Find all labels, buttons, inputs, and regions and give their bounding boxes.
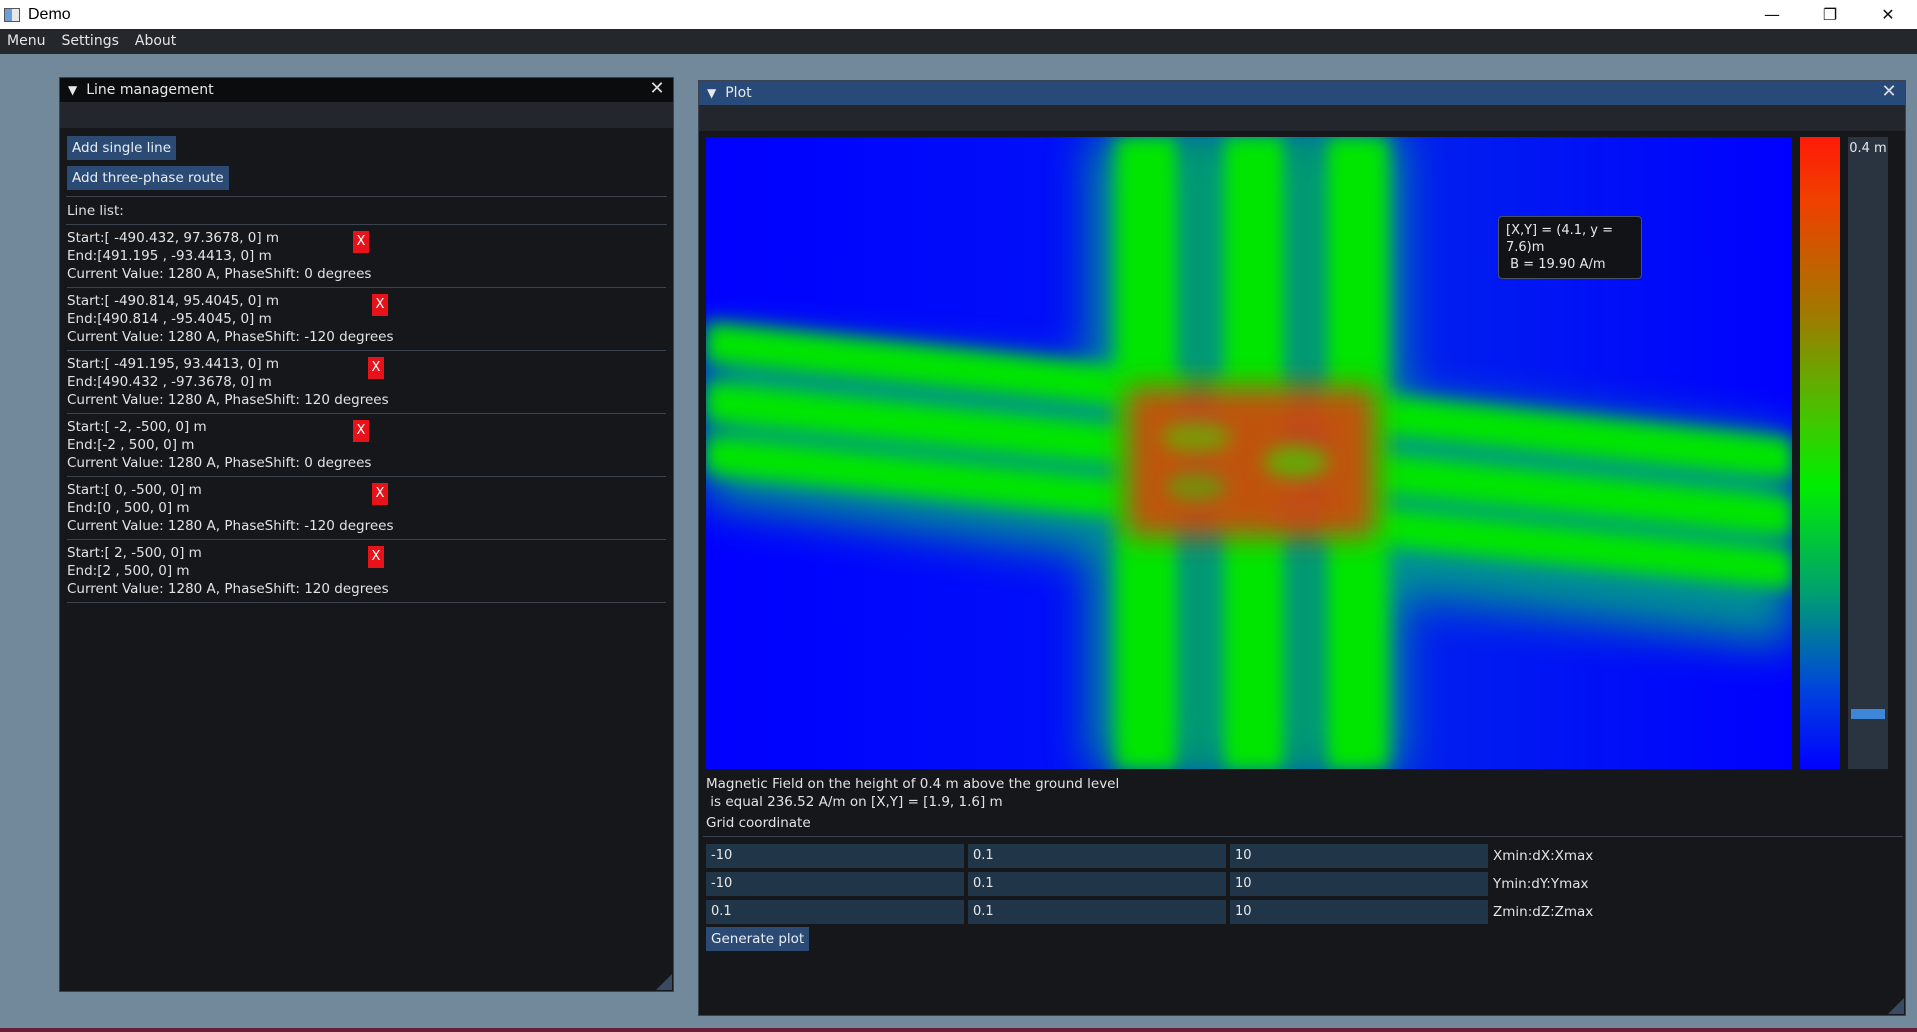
close-window-icon[interactable]: ✕: [1859, 0, 1917, 29]
height-slider-thumb[interactable]: [1851, 709, 1885, 719]
line-list-item: Start:[ -491.195, 93.4413, 0] m End:[490…: [67, 351, 666, 414]
resize-grip-icon[interactable]: [656, 974, 672, 990]
maximize-icon[interactable]: ❐: [1801, 0, 1859, 29]
delete-line-button[interactable]: X: [372, 483, 388, 505]
grid-row-y: -10 0.1 10 Ymin:dY:Ymax: [706, 872, 1588, 896]
hover-tooltip: [X,Y] = (4.1, y = 7.6)m B = 19.90 A/m: [1498, 216, 1642, 279]
line-end: End:[0 , 500, 0] m: [67, 500, 190, 516]
line-start: Start:[ -491.195, 93.4413, 0] m: [67, 356, 280, 372]
line-start: Start:[ 0, -500, 0] m: [67, 482, 202, 498]
ymin-field[interactable]: -10: [706, 872, 964, 896]
line-start: Start:[ -490.814, 95.4045, 0] m: [67, 293, 280, 309]
divider: [703, 836, 1903, 837]
grid-row-x: -10 0.1 10 Xmin:dX:Xmax: [706, 844, 1593, 868]
menu-item-about[interactable]: About: [127, 29, 184, 54]
line-list-item: Start:[ -2, -500, 0] m End:[-2 , 500, 0]…: [67, 414, 666, 477]
line-end: End:[490.432 , -97.3678, 0] m: [67, 374, 272, 390]
line-current: Current Value: 1280 A, PhaseShift: 120 d…: [67, 581, 389, 597]
add-single-line-button[interactable]: Add single line: [67, 136, 177, 160]
line-list-item: Start:[ 0, -500, 0] m End:[0 , 500, 0] m…: [67, 477, 666, 540]
xmin-field[interactable]: -10: [706, 844, 964, 868]
delete-line-button[interactable]: X: [372, 294, 388, 316]
grid-row-label: Xmin:dX:Xmax: [1493, 848, 1594, 864]
line-list-label: Line list:: [67, 203, 124, 219]
collapse-triangle-icon[interactable]: ▼: [68, 83, 77, 97]
line-start: Start:[ 2, -500, 0] m: [67, 545, 202, 561]
line-management-header[interactable]: ▼ Line management ✕: [60, 78, 673, 102]
plot-title: Plot: [725, 85, 752, 101]
menu-bar: Menu Settings About: [0, 29, 1917, 54]
close-icon[interactable]: ✕: [647, 79, 667, 99]
line-management-panel: ▼ Line management ✕ Add single line Add …: [59, 77, 674, 992]
grid-coordinate-label: Grid coordinate: [706, 815, 811, 831]
dy-field[interactable]: 0.1: [968, 872, 1226, 896]
line-list-item: Start:[ -490.814, 95.4045, 0] m End:[490…: [67, 288, 666, 351]
minimize-icon[interactable]: —: [1743, 0, 1801, 29]
height-slider[interactable]: 0.4 m: [1848, 137, 1888, 769]
zmin-field[interactable]: 0.1: [706, 900, 964, 924]
menu-item-menu[interactable]: Menu: [0, 29, 53, 54]
ymax-field[interactable]: 10: [1230, 872, 1488, 896]
line-list-item: Start:[ 2, -500, 0] m End:[2 , 500, 0] m…: [67, 540, 666, 603]
height-slider-label: 0.4 m: [1849, 141, 1887, 156]
field-info-line2: is equal 236.52 A/m on [X,Y] = [1.9, 1.6…: [706, 794, 1003, 810]
line-management-title: Line management: [86, 82, 214, 98]
collapse-triangle-icon[interactable]: ▼: [707, 86, 716, 100]
delete-line-button[interactable]: X: [368, 357, 384, 379]
line-current: Current Value: 1280 A, PhaseShift: -120 …: [67, 518, 394, 534]
tooltip-field-value: B = 19.90 A/m: [1506, 257, 1606, 272]
app-icon: [4, 7, 20, 22]
panel-subbar: [699, 105, 1905, 131]
line-current: Current Value: 1280 A, PhaseShift: -120 …: [67, 329, 394, 345]
taskbar-edge: [0, 1028, 1917, 1032]
field-info-line1: Magnetic Field on the height of 0.4 m ab…: [706, 776, 1120, 792]
xmax-field[interactable]: 10: [1230, 844, 1488, 868]
line-management-content: Add single line Add three-phase route Li…: [60, 128, 673, 603]
line-current: Current Value: 1280 A, PhaseShift: 0 deg…: [67, 455, 372, 471]
delete-line-button[interactable]: X: [368, 546, 384, 568]
menu-item-settings[interactable]: Settings: [53, 29, 126, 54]
field-info: Magnetic Field on the height of 0.4 m ab…: [706, 775, 1119, 811]
colorbar: [1800, 137, 1840, 769]
add-three-phase-route-button[interactable]: Add three-phase route: [67, 166, 229, 190]
resize-grip-icon[interactable]: [1888, 998, 1904, 1014]
grid-row-z: 0.1 0.1 10 Zmin:dZ:Zmax: [706, 900, 1593, 924]
close-icon[interactable]: ✕: [1879, 82, 1899, 102]
grid-row-label: Ymin:dY:Ymax: [1493, 876, 1589, 892]
line-current: Current Value: 1280 A, PhaseShift: 0 deg…: [67, 266, 372, 282]
plot-header[interactable]: ▼ Plot ✕: [699, 81, 1905, 105]
window-controls: — ❐ ✕: [1743, 0, 1917, 29]
line-end: End:[2 , 500, 0] m: [67, 563, 190, 579]
line-current: Current Value: 1280 A, PhaseShift: 120 d…: [67, 392, 389, 408]
window-title: Demo: [28, 5, 71, 23]
zmax-field[interactable]: 10: [1230, 900, 1488, 924]
line-list-item: Start:[ -490.432, 97.3678, 0] m End:[491…: [67, 225, 666, 288]
generate-plot-button[interactable]: Generate plot: [706, 927, 810, 951]
dz-field[interactable]: 0.1: [968, 900, 1226, 924]
window-titlebar: Demo — ❐ ✕: [0, 0, 1917, 29]
tooltip-coordinates: [X,Y] = (4.1, y = 7.6)m: [1506, 223, 1614, 255]
line-end: End:[490.814 , -95.4045, 0] m: [67, 311, 272, 327]
panel-subbar: [60, 102, 673, 128]
grid-row-label: Zmin:dZ:Zmax: [1493, 904, 1594, 920]
dx-field[interactable]: 0.1: [968, 844, 1226, 868]
plot-panel: ▼ Plot ✕ 0.4 m [X,Y] = (4.1, y = 7.6)m B…: [698, 80, 1906, 1016]
delete-line-button[interactable]: X: [353, 231, 369, 253]
delete-line-button[interactable]: X: [353, 420, 369, 442]
